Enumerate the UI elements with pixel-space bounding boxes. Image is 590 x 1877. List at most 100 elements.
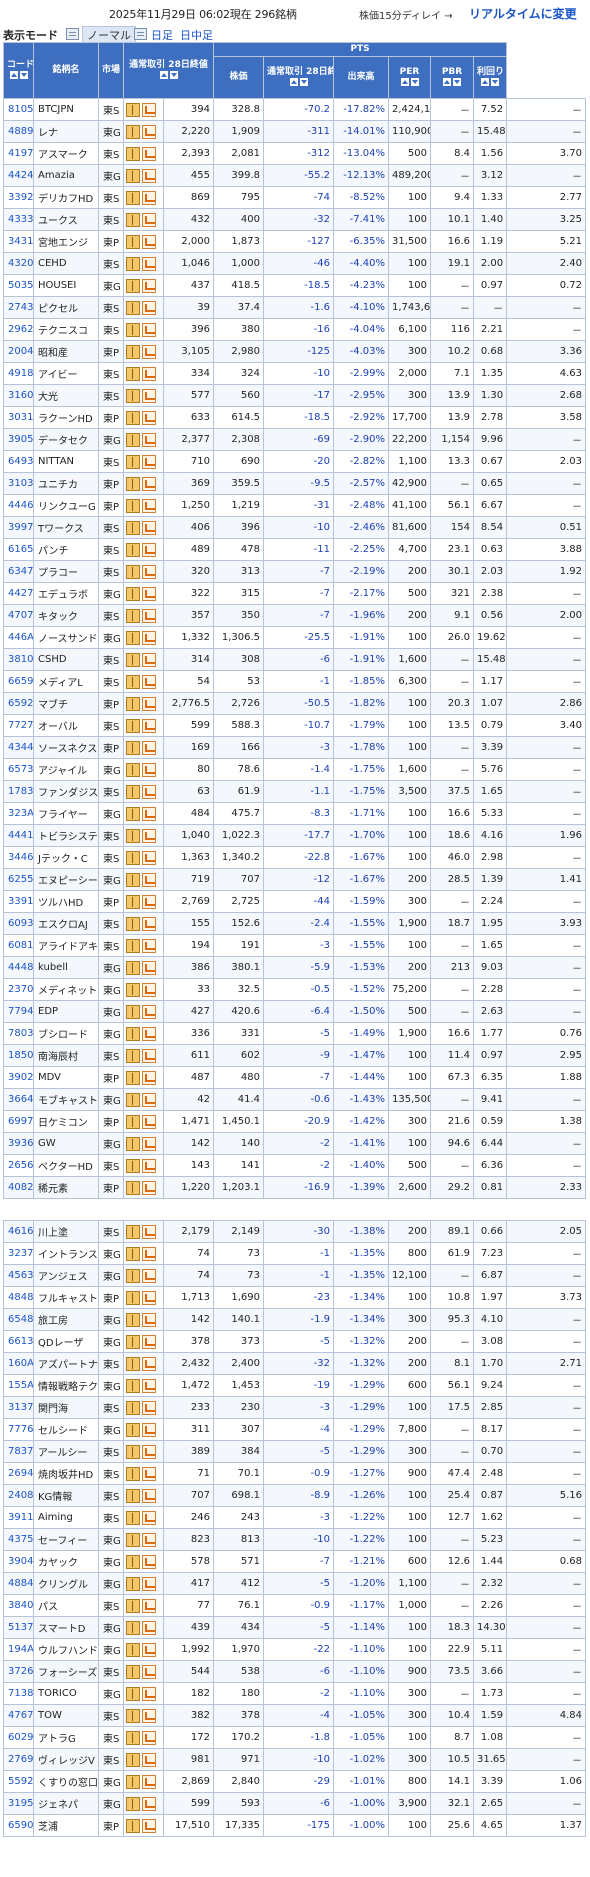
news-book-icon[interactable] [126, 278, 140, 293]
stock-code[interactable]: 4427 [3, 582, 34, 605]
table-row[interactable]: 4427 エデュラボ 東G 322 315 -7 -2.17% 500 321 2.38 － [3, 582, 586, 605]
table-row[interactable]: 7138 TORICO 東G 182 180 -2 -1.10% 300 － 1.73 － [3, 1682, 586, 1705]
news-book-icon[interactable] [126, 388, 140, 403]
chart-icon[interactable] [142, 102, 156, 117]
table-row[interactable]: 323A フライヤー 東G 484 475.7 -8.3 -1.71% 100 16.6 5.33… [3, 802, 586, 825]
table-row[interactable]: 2694 焼肉坂井HD 東S 71 70.1 -0.9 -1.27% 900 47.4 2.48 － [3, 1462, 586, 1485]
chart-icon[interactable] [142, 960, 156, 975]
table-row[interactable]: 3446 Jテック・C 東S 1,363 1,340.2 -22.8 -1.67% 100 46… [3, 846, 586, 869]
stock-name[interactable]: イントランス [33, 1242, 99, 1265]
chart-icon[interactable] [142, 938, 156, 953]
stock-name[interactable]: メディアL [33, 670, 99, 693]
stock-code[interactable]: 7776 [3, 1418, 34, 1441]
chart-icon[interactable] [142, 1114, 156, 1129]
chart-icon[interactable] [142, 1356, 156, 1371]
news-book-icon[interactable] [126, 806, 140, 821]
chart-icon[interactable] [142, 1752, 156, 1767]
stock-code[interactable]: 3446 [3, 846, 34, 869]
news-book-icon[interactable] [126, 718, 140, 733]
stock-name[interactable]: デリカフHD [33, 186, 99, 209]
stock-code[interactable]: 3237 [3, 1242, 34, 1265]
chart-icon[interactable] [142, 146, 156, 161]
stock-code[interactable]: 4707 [3, 604, 34, 627]
news-book-icon[interactable] [126, 1158, 140, 1173]
news-book-icon[interactable] [126, 124, 140, 139]
news-book-icon[interactable] [126, 520, 140, 535]
sort-desc-icon[interactable] [299, 78, 308, 86]
stock-name[interactable]: オーバル [33, 714, 99, 737]
stock-name[interactable]: フライヤー [33, 802, 99, 825]
stock-name[interactable]: MDV [33, 1066, 99, 1089]
table-icon[interactable] [66, 28, 79, 40]
chart-icon[interactable] [142, 1004, 156, 1019]
news-book-icon[interactable] [126, 938, 140, 953]
table-row[interactable]: 4563 アンジェス 東G 74 73 -1 -1.35% 12,100 － 6.87 － [3, 1264, 586, 1287]
stock-name[interactable]: フルキャスト [33, 1286, 99, 1309]
table-row[interactable]: 4707 キタック 東S 357 350 -7 -1.96% 200 9.1 0.56 2.00 [3, 604, 586, 627]
chart-icon[interactable] [142, 1510, 156, 1525]
chart-icon[interactable] [142, 410, 156, 425]
chart-icon[interactable] [142, 1774, 156, 1789]
table-row[interactable]: 3905 データセク 東G 2,377 2,308 -69 -2.90% 22,200 1,15… [3, 428, 586, 451]
stock-code[interactable]: 3936 [3, 1132, 34, 1155]
news-book-icon[interactable] [126, 696, 140, 711]
chart-icon[interactable] [142, 498, 156, 513]
stock-code[interactable]: 4884 [3, 1572, 34, 1595]
stock-name[interactable]: TOW [33, 1704, 99, 1727]
stock-name[interactable]: ソースネクス [33, 736, 99, 759]
stock-name[interactable]: 関門海 [33, 1396, 99, 1419]
chart-icon[interactable] [142, 1466, 156, 1481]
stock-code[interactable]: 7837 [3, 1440, 34, 1463]
news-book-icon[interactable] [126, 1620, 140, 1635]
stock-name[interactable]: EDP [33, 1000, 99, 1023]
table-row[interactable]: 7727 オーバル 東S 599 588.3 -10.7 -1.79% 100 13.5 0.79… [3, 714, 586, 737]
chart-icon[interactable] [142, 696, 156, 711]
stock-name[interactable]: NITTAN [33, 450, 99, 473]
news-book-icon[interactable] [126, 740, 140, 755]
stock-code[interactable]: 3391 [3, 890, 34, 913]
news-book-icon[interactable] [126, 608, 140, 623]
chart-icon[interactable] [142, 1070, 156, 1085]
sort-desc-icon[interactable] [453, 78, 462, 86]
table-row[interactable]: 2370 メディネット 東G 33 32.5 -0.5 -1.52% 75,200 － 2.28 － [3, 978, 586, 1001]
news-book-icon[interactable] [126, 1180, 140, 1195]
table-row[interactable]: 3902 MDV 東P 487 480 -7 -1.44% 100 67.3 6.35 1.88 [3, 1066, 586, 1089]
chart-icon[interactable] [142, 1664, 156, 1679]
news-book-icon[interactable] [126, 1246, 140, 1261]
news-book-icon[interactable] [126, 762, 140, 777]
stock-name[interactable]: アンジェス [33, 1264, 99, 1287]
stock-code[interactable]: 4848 [3, 1286, 34, 1309]
table-row[interactable]: 2408 KG情報 東S 707 698.1 -8.9 -1.26% 100 25.4 0.87 5… [3, 1484, 586, 1507]
stock-code[interactable]: 446A [3, 626, 34, 649]
news-book-icon[interactable] [126, 234, 140, 249]
table-row[interactable]: 4320 CEHD 東S 1,046 1,000 -46 -4.40% 100 19.1 2.00… [3, 252, 586, 275]
chart-icon[interactable] [142, 1686, 156, 1701]
stock-name[interactable]: 南海辰村 [33, 1044, 99, 1067]
stock-name[interactable]: テクニスコ [33, 318, 99, 341]
stock-name[interactable]: アライドアキ [33, 934, 99, 957]
stock-name[interactable]: GW [33, 1132, 99, 1155]
news-book-icon[interactable] [126, 1752, 140, 1767]
news-book-icon[interactable] [126, 630, 140, 645]
chart-icon[interactable] [142, 278, 156, 293]
table-row[interactable]: 6347 プラコー 東S 320 313 -7 -2.19% 200 30.1 2.03 1.92 [3, 560, 586, 583]
stock-code[interactable]: 7138 [3, 1682, 34, 1705]
stock-code[interactable]: 5592 [3, 1770, 34, 1793]
news-book-icon[interactable] [126, 894, 140, 909]
chart-icon[interactable] [142, 1136, 156, 1151]
news-book-icon[interactable] [126, 1048, 140, 1063]
chart-icon[interactable] [142, 806, 156, 821]
news-book-icon[interactable] [126, 1400, 140, 1415]
table-row[interactable]: 3137 関門海 東S 233 230 -3 -1.29% 100 17.5 2.85 － [3, 1396, 586, 1419]
table-row[interactable]: 4344 ソースネクス 東P 169 166 -3 -1.78% 100 － 3.39 － [3, 736, 586, 759]
news-book-icon[interactable] [126, 784, 140, 799]
news-book-icon[interactable] [126, 256, 140, 271]
stock-name[interactable]: スマートD [33, 1616, 99, 1639]
chart-icon[interactable] [142, 1642, 156, 1657]
stock-name[interactable]: ツルハHD [33, 890, 99, 913]
stock-code[interactable]: 4375 [3, 1528, 34, 1551]
chart-icon[interactable] [142, 1554, 156, 1569]
chart-icon[interactable] [142, 740, 156, 755]
news-book-icon[interactable] [126, 1026, 140, 1041]
chart-icon[interactable] [142, 1246, 156, 1261]
